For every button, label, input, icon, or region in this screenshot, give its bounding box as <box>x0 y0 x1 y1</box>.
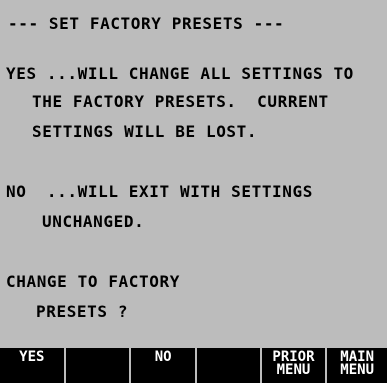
softkey-no[interactable]: NO <box>131 348 195 383</box>
screen-title: --- SET FACTORY PRESETS --- <box>8 14 285 33</box>
softkey-bar: YES NO PRIOR MENU MAIN MENU <box>0 348 387 383</box>
softkey-main-menu[interactable]: MAIN MENU <box>327 348 387 383</box>
softkey-label <box>197 348 260 351</box>
no-description-line-2: UNCHANGED. <box>42 212 145 231</box>
softkey-label: YES <box>19 349 45 365</box>
softkey-yes[interactable]: YES <box>0 348 64 383</box>
no-description-line-1: NO ...WILL EXIT WITH SETTINGS <box>6 182 313 201</box>
softkey-prior-menu[interactable]: PRIOR MENU <box>261 348 326 383</box>
yes-description-line-2: THE FACTORY PRESETS. CURRENT <box>32 92 329 111</box>
softkey-label: NO <box>154 349 172 365</box>
softkey-label <box>66 348 130 351</box>
confirm-question-line-2: PRESETS ? <box>36 302 129 321</box>
softkey-blank-2[interactable] <box>65 348 130 383</box>
yes-description-line-3: SETTINGS WILL BE LOST. <box>32 122 258 141</box>
yes-description-line-1: YES ...WILL CHANGE ALL SETTINGS TO <box>6 64 354 83</box>
confirm-question-line-1: CHANGE TO FACTORY <box>6 272 180 291</box>
softkey-blank-4[interactable] <box>196 348 260 383</box>
softkey-label-line-2: MENU <box>340 362 374 378</box>
instrument-display: --- SET FACTORY PRESETS --- YES ...WILL … <box>0 0 387 383</box>
softkey-label-line-2: MENU <box>276 362 311 378</box>
